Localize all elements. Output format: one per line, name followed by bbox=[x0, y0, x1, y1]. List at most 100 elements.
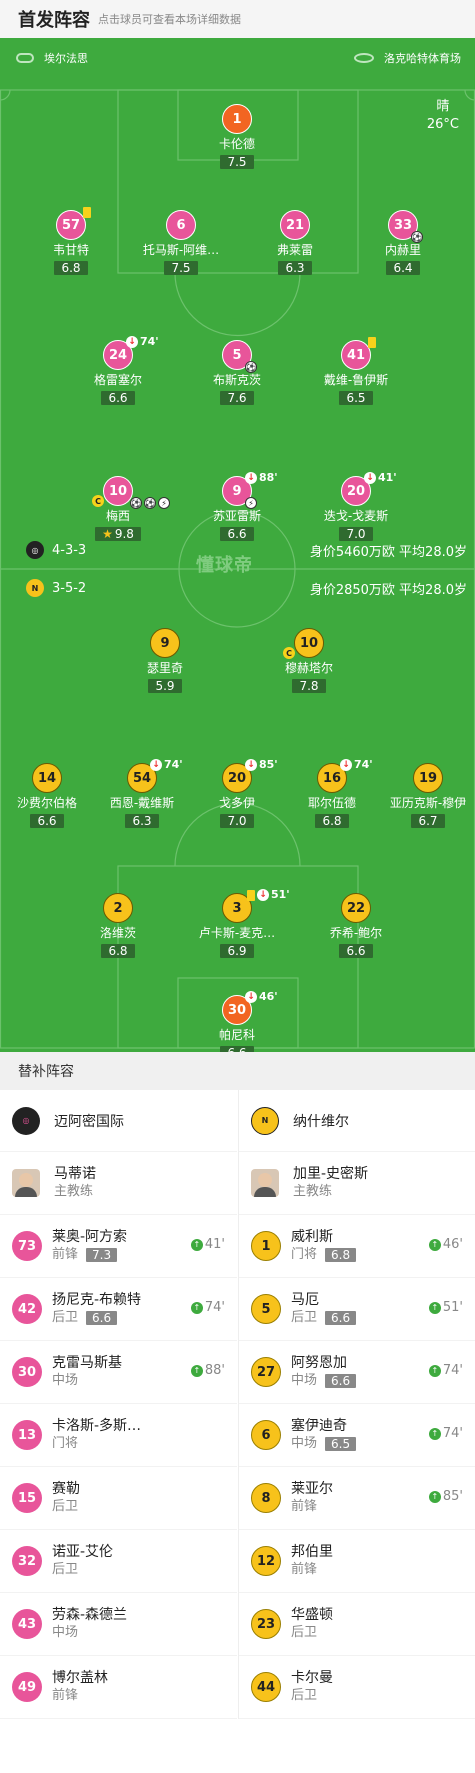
player-name: 穆赫塔尔 bbox=[284, 661, 333, 675]
sub-in-indicator: ↑ 74' bbox=[428, 1426, 463, 1441]
bench-player-number: 49 bbox=[12, 1672, 42, 1702]
bench-player-position: 后卫 bbox=[52, 1499, 79, 1514]
player-number-badge: 54 ↓ 74' bbox=[127, 758, 183, 793]
away-player[interactable]: 9 瑟里奇 5.9 bbox=[110, 628, 220, 694]
away-player[interactable]: 2 洛维茨 6.8 bbox=[63, 893, 173, 959]
player-rating: 6.3 bbox=[125, 814, 159, 828]
bench-player-number: 15 bbox=[12, 1483, 42, 1513]
lineup-subtitle: 点击球员可查看本场详细数据 bbox=[98, 13, 241, 26]
player-number: 3 bbox=[232, 900, 242, 916]
bench-player-position: 前锋 bbox=[291, 1499, 318, 1514]
player-number: 22 bbox=[346, 900, 366, 916]
away-player[interactable]: 19 亚历克斯-穆伊 6.7 bbox=[373, 763, 475, 829]
weather-info: 晴 26°C bbox=[427, 98, 459, 134]
player-rating: 6.6 bbox=[30, 814, 64, 828]
bench-player-rating: 7.3 bbox=[86, 1248, 118, 1262]
sub-in-arrow-icon: ↑ bbox=[428, 1301, 441, 1314]
away-player[interactable]: 30↓46'帕尼科6.6 bbox=[182, 990, 292, 1052]
venue-name: 洛克哈特体育场 bbox=[384, 52, 461, 65]
player-number: 20 bbox=[346, 483, 366, 499]
bench-player-name: 莱亚尔 bbox=[291, 1481, 333, 1497]
bench-player-number: 6 bbox=[251, 1420, 281, 1450]
home-player[interactable]: 41 戴维-鲁伊斯 6.5 bbox=[301, 337, 411, 406]
venue-info: 洛克哈特体育场 bbox=[354, 50, 461, 66]
player-number-badge: 1 bbox=[222, 104, 252, 134]
away-bench-player[interactable]: 12 邦伯里 前锋 bbox=[239, 1530, 475, 1593]
home-coach-name: 马蒂诺 bbox=[54, 1166, 96, 1182]
home-player[interactable]: 6 托马斯-阿维… 7.5 bbox=[126, 210, 236, 276]
away-bench-player[interactable]: 6 塞伊迪奇 中场 6.5 ↑ 74' bbox=[239, 1404, 475, 1467]
home-player[interactable]: 10 C ⚽ ⚽ ⚡ 梅西 ★ 9.8 bbox=[63, 476, 173, 542]
home-bench-player[interactable]: 13 卡洛斯-多斯… 门将 bbox=[0, 1404, 237, 1467]
sub-in-indicator: ↑ 88' bbox=[190, 1363, 225, 1378]
player-number-badge: 14 bbox=[32, 763, 62, 793]
home-bench-player[interactable]: 15 赛勒 后卫 bbox=[0, 1467, 237, 1530]
away-player[interactable]: 22 乔希-鲍尔 6.6 bbox=[301, 893, 411, 959]
substituted-out-indicator: ↓ 46' bbox=[245, 990, 278, 1003]
away-player[interactable]: 20 ↓ 85' 戈多伊 7.0 bbox=[182, 758, 292, 829]
lineup-header: 首发阵容 点击球员可查看本场详细数据 bbox=[0, 0, 475, 38]
away-bench-player[interactable]: 27 阿努恩加 中场 6.6 ↑ 74' bbox=[239, 1341, 475, 1404]
player-rating: 7.6 bbox=[220, 391, 254, 405]
away-player[interactable]: 10 C 穆赫塔尔 7.8 bbox=[254, 628, 364, 694]
sub-out-arrow-icon: ↓ bbox=[245, 758, 257, 771]
player-number-badge: 57 bbox=[56, 207, 91, 240]
player-number-badge: 20 ↓ 85' bbox=[222, 758, 278, 793]
home-player[interactable]: 21 弗莱雷 6.3 bbox=[240, 210, 350, 276]
away-bench-player[interactable]: 8 莱亚尔 前锋 ↑ 85' bbox=[239, 1467, 475, 1530]
sub-in-arrow-icon: ↑ bbox=[190, 1238, 203, 1251]
away-team-row[interactable]: N 纳什维尔 bbox=[239, 1090, 475, 1152]
bench-player-position: 中场 bbox=[52, 1373, 79, 1388]
home-player[interactable]: 9 ↓ 88' ⚡ 苏亚雷斯 6.6 bbox=[182, 471, 292, 542]
player-name: 洛维茨 bbox=[99, 926, 136, 940]
bench-player-rating: 6.6 bbox=[86, 1311, 118, 1325]
away-bench-player[interactable]: 1 威利斯 门将 6.8 ↑ 46' bbox=[239, 1215, 475, 1278]
home-bench-player[interactable]: 43 劳森-森德兰 中场 bbox=[0, 1593, 237, 1656]
away-coach-row[interactable]: 加里-史密斯 主教练 bbox=[239, 1152, 475, 1215]
player-rating-value: 7.5 bbox=[227, 155, 247, 169]
player-name: 弗莱雷 bbox=[276, 243, 313, 257]
weather-text: 晴 bbox=[436, 99, 450, 114]
bench-player-name: 威利斯 bbox=[291, 1229, 333, 1245]
away-player[interactable]: 16 ↓ 74' 耶尔伍德 6.8 bbox=[277, 758, 387, 829]
away-formation: 3-5-2 bbox=[52, 580, 87, 596]
player-rating: 6.8 bbox=[54, 261, 88, 275]
home-coach-row[interactable]: 马蒂诺 主教练 bbox=[0, 1152, 237, 1215]
away-bench-player[interactable]: 44 卡尔曼 后卫 bbox=[239, 1656, 475, 1719]
away-bench-player[interactable]: 23 华盛顿 后卫 bbox=[239, 1593, 475, 1656]
sub-out-arrow-icon: ↓ bbox=[340, 758, 352, 771]
player-number: 21 bbox=[285, 217, 305, 233]
home-bench-player[interactable]: 42 扬尼克-布赖特 后卫 6.6 ↑ 74' bbox=[0, 1278, 237, 1341]
sub-in-indicator: ↑ 85' bbox=[428, 1489, 463, 1504]
player-number: 33 bbox=[393, 217, 413, 233]
player-rating-value: 6.5 bbox=[346, 391, 366, 405]
player-number-badge: 5 ⚽ bbox=[222, 340, 257, 373]
player-number: 1 bbox=[232, 111, 242, 127]
home-bench-player[interactable]: 73 莱奥-阿方索 前锋 7.3 ↑ 41' bbox=[0, 1215, 237, 1278]
home-player[interactable]: 5 ⚽ 布斯克茨 7.6 bbox=[182, 340, 292, 406]
home-team-row[interactable]: ◎ 迈阿密国际 bbox=[0, 1090, 237, 1152]
home-bench-player[interactable]: 30 克雷马斯基 中场 ↑ 88' bbox=[0, 1341, 237, 1404]
player-number-badge: 20 ↓ 41' bbox=[341, 471, 397, 506]
home-bench-player[interactable]: 32 诺亚-艾伦 后卫 bbox=[0, 1530, 237, 1593]
away-player[interactable]: 3 ↓ 51' 卢卡斯-麦克… 6.9 bbox=[182, 888, 292, 959]
home-player[interactable]: 20 ↓ 41' 迭戈-戈麦斯 7.0 bbox=[301, 471, 411, 542]
bench-player-rating: 6.6 bbox=[325, 1311, 357, 1325]
home-player[interactable]: 24 ↓ 74' 格雷塞尔 6.6 bbox=[63, 335, 173, 406]
player-name: 戈多伊 bbox=[218, 796, 255, 810]
home-coach-role: 主教练 bbox=[54, 1184, 94, 1199]
player-rating: 6.6 bbox=[339, 944, 373, 958]
sub-in-arrow-icon: ↑ bbox=[428, 1490, 441, 1503]
home-player[interactable]: 57 韦甘特 6.8 bbox=[16, 207, 126, 276]
home-player[interactable]: 33 ⚽ 内赫里 6.4 bbox=[348, 210, 458, 276]
referee-info: 埃尔法思 bbox=[16, 50, 88, 66]
player-rating-value: 6.3 bbox=[132, 814, 152, 828]
goal-ball-icon: ⚽ bbox=[144, 497, 156, 509]
home-player[interactable]: 1 卡伦德 7.5 bbox=[182, 104, 292, 170]
away-player[interactable]: 54 ↓ 74' 西恩-戴维斯 6.3 bbox=[87, 758, 197, 829]
away-bench-player[interactable]: 5 马厄 后卫 6.6 ↑ 51' bbox=[239, 1278, 475, 1341]
home-bench-player[interactable]: 49 博尔盖林 前锋 bbox=[0, 1656, 237, 1719]
player-name: 瑟里奇 bbox=[146, 661, 183, 675]
player-rating-value: 6.7 bbox=[418, 814, 438, 828]
sub-minute: 51' bbox=[271, 888, 290, 901]
